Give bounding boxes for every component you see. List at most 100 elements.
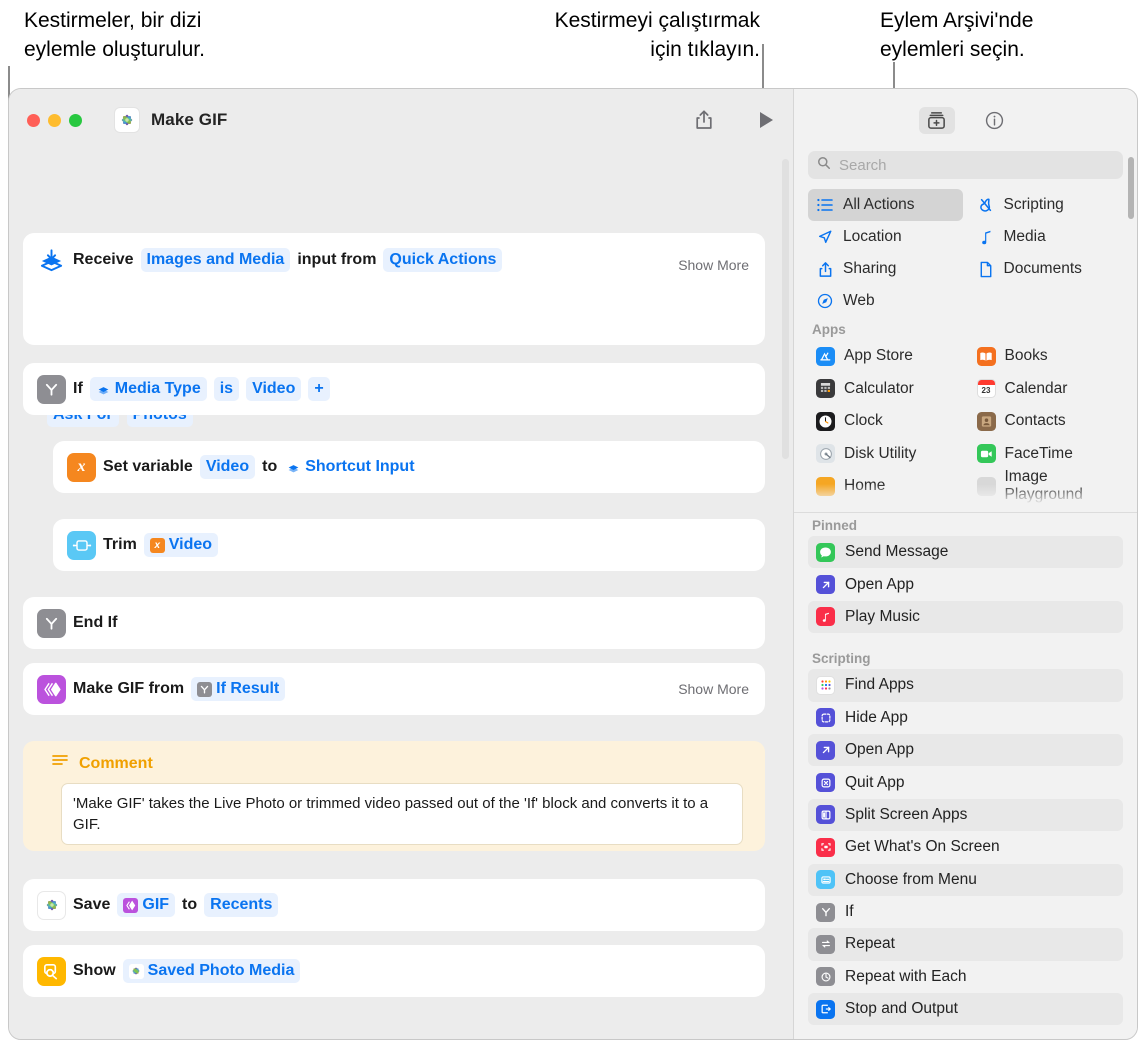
action-card-show[interactable]: Show Saved Photo Media <box>23 945 765 997</box>
app-item-contacts[interactable]: Contacts <box>969 405 1124 438</box>
list-item[interactable]: Repeat <box>808 928 1123 961</box>
list-item[interactable]: Get What's On Screen <box>808 831 1123 863</box>
action-library-icon[interactable] <box>918 106 955 134</box>
category-media[interactable]: Media <box>969 221 1124 253</box>
list-item[interactable]: Open App <box>808 568 1123 600</box>
category-web[interactable]: Web <box>808 285 963 317</box>
facetime-icon <box>976 444 996 464</box>
library-toolbar <box>794 89 1137 151</box>
editor-toolbar <box>691 89 779 151</box>
make-gif-verb: Make GIF from <box>73 680 185 697</box>
category-label: Media <box>1003 228 1046 245</box>
show-value-token[interactable]: Saved Photo Media <box>122 959 301 983</box>
minimize-button[interactable] <box>48 113 61 127</box>
save-verb: Save <box>73 896 111 913</box>
list-item[interactable]: Quit App <box>808 766 1123 798</box>
if-icon <box>37 374 66 404</box>
make-gif-value-token[interactable]: If Result <box>191 677 286 701</box>
category-sharing[interactable]: Sharing <box>808 253 963 285</box>
list-item[interactable]: Split Screen Apps <box>808 798 1123 832</box>
apps-section-header: Apps <box>812 322 846 337</box>
list-item[interactable]: If <box>808 896 1123 928</box>
end-if-verb: End If <box>73 614 118 631</box>
send-message-icon <box>816 542 835 562</box>
scripting-section-header: Scripting <box>812 651 871 667</box>
app-label: Calendar <box>1004 379 1068 397</box>
list-item-label: Stop and Output <box>845 1000 958 1018</box>
category-label: Sharing <box>843 260 897 277</box>
make-gif-show-more[interactable]: Show More <box>678 681 749 697</box>
set-variable-name-token[interactable]: Video <box>199 455 256 479</box>
split-screen-apps-icon <box>816 805 835 825</box>
action-card-set-variable[interactable]: x Set variable Video to Shortcut Input <box>53 441 765 493</box>
document-icon <box>977 261 995 278</box>
app-item-disk-utility[interactable]: Disk Utility <box>808 438 963 471</box>
search-field[interactable]: Search <box>808 151 1123 179</box>
category-scripting[interactable]: Scripting <box>969 189 1124 221</box>
list-item[interactable]: Play Music <box>808 600 1123 634</box>
save-value-token[interactable]: GIF <box>117 893 176 917</box>
make-gif-value-label: If Result <box>216 680 280 697</box>
calendar-icon: 23 <box>976 379 996 399</box>
category-all-actions[interactable]: All Actions <box>808 189 963 221</box>
list-item[interactable]: Choose from Menu <box>808 863 1123 896</box>
list-item-label: Send Message <box>845 543 949 561</box>
receive-show-more[interactable]: Show More <box>678 257 749 273</box>
category-grid: All Actions Scripting Location Media Sha… <box>794 189 1137 317</box>
screenshot-root: Kestirmeler, bir dizi eylemle oluşturulu… <box>0 0 1144 1048</box>
run-icon[interactable] <box>753 107 779 133</box>
library-scrollbar[interactable] <box>1128 157 1134 219</box>
app-label: Calculator <box>844 379 914 397</box>
app-label: App Store <box>844 347 913 365</box>
find-apps-icon <box>816 675 835 695</box>
category-documents[interactable]: Documents <box>969 253 1124 285</box>
info-icon[interactable] <box>977 107 1013 134</box>
list-item[interactable]: Hide App <box>808 702 1123 734</box>
app-item-app-store[interactable]: App Store <box>808 340 963 373</box>
close-button[interactable] <box>27 113 40 127</box>
list-icon <box>816 198 834 212</box>
app-item-calculator[interactable]: Calculator <box>808 373 963 406</box>
action-card-end-if[interactable]: End If <box>23 597 765 649</box>
action-card-comment[interactable]: Comment 'Make GIF' takes the Live Photo … <box>23 741 765 851</box>
receive-source-token[interactable]: Quick Actions <box>383 248 503 272</box>
app-item-clock[interactable]: Clock <box>808 405 963 438</box>
app-item-calendar[interactable]: 23 Calendar <box>969 373 1124 406</box>
editor-scrollbar[interactable] <box>782 159 789 459</box>
receive-verb: Receive <box>73 251 134 268</box>
if-value-token[interactable]: Video <box>246 377 302 401</box>
category-location[interactable]: Location <box>808 221 963 253</box>
app-store-icon <box>816 346 835 366</box>
save-destination-token[interactable]: Recents <box>204 893 279 917</box>
action-card-save[interactable]: Save GIF to Recents <box>23 879 765 931</box>
variable-mini-icon: x <box>149 537 165 553</box>
app-item-facetime[interactable]: FaceTime <box>969 438 1124 471</box>
comment-header: Comment <box>37 753 751 774</box>
list-item[interactable]: Stop and Output <box>808 993 1123 1026</box>
set-variable-value-token[interactable]: Shortcut Input <box>284 455 416 479</box>
set-variable-icon: x <box>67 452 96 482</box>
trim-value-token[interactable]: x Video <box>143 533 219 557</box>
zoom-button[interactable] <box>69 113 82 127</box>
action-card-if[interactable]: If Media Type is Video + <box>23 363 765 415</box>
if-operator-token[interactable]: is <box>213 377 240 401</box>
list-item-label: Play Music <box>845 607 920 625</box>
play-music-icon <box>816 607 835 627</box>
action-card-make-gif[interactable]: Make GIF from If Result Show More <box>23 663 765 715</box>
receive-input-token[interactable]: Images and Media <box>140 248 291 272</box>
trim-value-label: Video <box>168 536 213 553</box>
comment-body-text[interactable]: 'Make GIF' takes the Live Photo or trimm… <box>61 783 743 845</box>
comment-icon <box>51 753 69 774</box>
action-card-receive[interactable]: Receive Images and Media input from Quic… <box>23 233 765 427</box>
list-item[interactable]: Send Message <box>808 536 1123 569</box>
list-item[interactable]: Open App <box>808 733 1123 767</box>
list-item[interactable]: Find Apps <box>808 669 1123 702</box>
if-add-condition-button[interactable]: + <box>308 377 330 401</box>
contacts-icon <box>976 411 996 431</box>
if-variable-token[interactable]: Media Type <box>89 377 207 401</box>
action-card-trim[interactable]: Trim x Video <box>53 519 765 571</box>
list-item[interactable]: Repeat with Each <box>808 961 1123 993</box>
share-icon[interactable] <box>691 107 717 133</box>
apps-fade-overlay <box>794 484 1137 510</box>
app-item-books[interactable]: Books <box>969 340 1124 373</box>
